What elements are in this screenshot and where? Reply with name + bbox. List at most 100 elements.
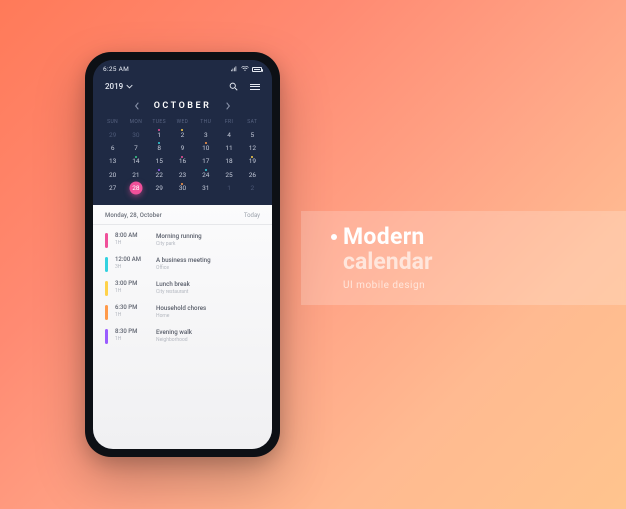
year-selector[interactable]: 2019 — [105, 82, 133, 91]
calendar-day[interactable]: 14 — [124, 155, 147, 168]
agenda-header: Monday, 28, October Today — [93, 205, 272, 225]
event-title: Evening walkNeighborhood — [156, 328, 260, 343]
promo-subtitle: UI mobile design — [343, 280, 626, 291]
prev-month-icon[interactable] — [134, 102, 140, 110]
signal-icon — [230, 66, 238, 72]
calendar-day[interactable]: 10 — [194, 141, 217, 154]
weekday-label: THU — [194, 119, 217, 128]
calendar-day[interactable]: 5 — [241, 128, 264, 141]
event-duration: 1H — [115, 288, 149, 294]
calendar-week: 20212223242526 — [101, 168, 264, 181]
calendar-day[interactable]: 18 — [217, 155, 240, 168]
month-label: OCTOBER — [154, 101, 212, 111]
agenda-event[interactable]: 6:30 PM1H Household choresHome — [105, 300, 260, 324]
calendar-day[interactable]: 9 — [171, 141, 194, 154]
calendar-day[interactable]: 11 — [217, 141, 240, 154]
agenda-date: Monday, 28, October — [105, 212, 162, 219]
weekday-label: MON — [124, 119, 147, 128]
agenda-panel: Monday, 28, October Today 8:00 AM1H Morni… — [93, 205, 272, 449]
calendar-day[interactable]: 1 — [217, 182, 240, 195]
chevron-down-icon — [126, 84, 133, 89]
calendar-day[interactable]: 20 — [101, 168, 124, 181]
event-color-bar — [105, 281, 108, 296]
weekday-label: SAT — [241, 119, 264, 128]
calendar-week: 6789101112 — [101, 141, 264, 154]
promo-title-top: Modern — [343, 225, 425, 249]
event-title: Morning runningCity park — [156, 232, 260, 247]
calendar-day[interactable]: 31 — [194, 182, 217, 195]
calendar-day[interactable]: 22 — [148, 168, 171, 181]
calendar-day[interactable]: 16 — [171, 155, 194, 168]
calendar-day[interactable]: 23 — [171, 168, 194, 181]
calendar-day[interactable]: 4 — [217, 128, 240, 141]
agenda-list[interactable]: 8:00 AM1H Morning runningCity park 12:00 A… — [93, 225, 272, 348]
calendar-panel: 6:25 AM 2019 — [93, 60, 272, 205]
event-location: Home — [156, 313, 260, 319]
calendar-day[interactable]: 3 — [194, 128, 217, 141]
menu-icon[interactable] — [250, 84, 260, 90]
event-color-bar — [105, 305, 108, 320]
calendar-day[interactable]: 25 — [217, 168, 240, 181]
calendar-day[interactable]: 17 — [194, 155, 217, 168]
calendar-day[interactable]: 21 — [124, 168, 147, 181]
calendar-day[interactable]: 7 — [124, 141, 147, 154]
event-time: 12:00 AM3H — [115, 256, 149, 270]
event-location: City restaurant — [156, 289, 260, 295]
event-location: Office — [156, 265, 260, 271]
today-link[interactable]: Today — [244, 212, 260, 219]
event-title: Lunch breakCity restaurant — [156, 280, 260, 295]
calendar-day[interactable]: 28 — [124, 182, 147, 195]
calendar-day[interactable]: 1 — [148, 128, 171, 141]
event-time: 8:30 PM1H — [115, 328, 149, 342]
weekday-label: FRI — [217, 119, 240, 128]
event-time: 6:30 PM1H — [115, 304, 149, 318]
calendar-day[interactable]: 2 — [171, 128, 194, 141]
calendar-day[interactable]: 30 — [171, 182, 194, 195]
next-month-icon[interactable] — [225, 102, 231, 110]
search-icon[interactable] — [229, 82, 238, 91]
phone-frame: 6:25 AM 2019 — [85, 52, 280, 457]
agenda-event[interactable]: 8:30 PM1H Evening walkNeighborhood — [105, 324, 260, 348]
event-location: Neighborhood — [156, 337, 260, 343]
calendar-day[interactable]: 6 — [101, 141, 124, 154]
calendar-day[interactable]: 30 — [124, 128, 147, 141]
status-icons — [230, 66, 262, 72]
event-title: A business meetingOffice — [156, 256, 260, 271]
event-location: City park — [156, 241, 260, 247]
calendar-day[interactable]: 13 — [101, 155, 124, 168]
event-color-bar — [105, 329, 108, 344]
calendar-day[interactable]: 15 — [148, 155, 171, 168]
promo-card: Modern calendar UI mobile design — [301, 211, 626, 305]
event-time: 3:00 PM1H — [115, 280, 149, 294]
agenda-event[interactable]: 3:00 PM1H Lunch breakCity restaurant — [105, 276, 260, 300]
month-switcher: OCTOBER — [93, 97, 272, 119]
weekday-label: WED — [171, 119, 194, 128]
status-bar: 6:25 AM — [93, 60, 272, 78]
calendar-day[interactable]: 27 — [101, 182, 124, 195]
app-bar: 2019 — [93, 78, 272, 97]
year-label: 2019 — [105, 82, 123, 91]
calendar-day[interactable]: 24 — [194, 168, 217, 181]
calendar-day[interactable]: 2 — [241, 182, 264, 195]
bullet-icon — [331, 234, 337, 240]
calendar-day[interactable]: 8 — [148, 141, 171, 154]
calendar-day[interactable]: 19 — [241, 155, 264, 168]
phone-screen: 6:25 AM 2019 — [93, 60, 272, 449]
status-time: 6:25 AM — [103, 65, 129, 73]
agenda-event[interactable]: 12:00 AM3H A business meetingOffice — [105, 252, 260, 276]
event-color-bar — [105, 233, 108, 248]
event-title: Household choresHome — [156, 304, 260, 319]
battery-icon — [252, 67, 262, 72]
calendar-day[interactable]: 29 — [101, 128, 124, 141]
event-duration: 1H — [115, 312, 149, 318]
calendar-day[interactable]: 29 — [148, 182, 171, 195]
agenda-event[interactable]: 8:00 AM1H Morning runningCity park — [105, 228, 260, 252]
weekday-label: TUES — [148, 119, 171, 128]
stage: 6:25 AM 2019 — [0, 0, 626, 509]
wifi-icon — [241, 66, 249, 72]
calendar-day[interactable]: 12 — [241, 141, 264, 154]
calendar-day[interactable]: 26 — [241, 168, 264, 181]
event-duration: 1H — [115, 240, 149, 246]
event-time: 8:00 AM1H — [115, 232, 149, 246]
calendar-week: 293012345 — [101, 128, 264, 141]
